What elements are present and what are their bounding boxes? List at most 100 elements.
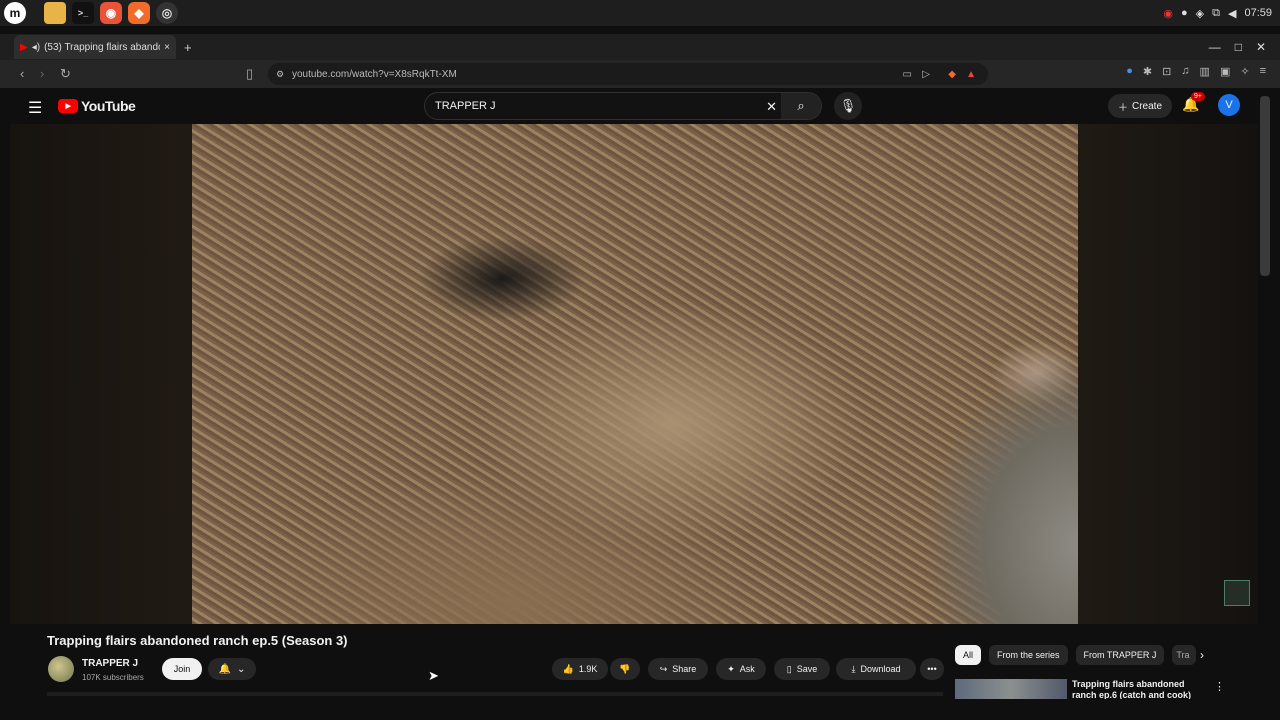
watermark — [1224, 580, 1250, 606]
create-button[interactable]: ＋ Create — [1108, 94, 1173, 118]
close-tab-icon[interactable]: × — [164, 42, 170, 53]
menu-icon[interactable]: m — [4, 2, 26, 24]
logo-text: YouTube — [81, 98, 136, 114]
chevron-down-icon: ⌄ — [237, 663, 246, 675]
notifications-button[interactable]: 🔔 9+ — [1182, 92, 1205, 113]
plus-icon: ＋ — [1118, 102, 1128, 114]
url-field[interactable]: ⚙ youtube.com/watch?v=X8sRqkTt-XM ▭ ▷ ◆ … — [268, 63, 988, 85]
bookmark-icon: ▯ — [786, 663, 792, 674]
search-icon[interactable]: ⌕ — [781, 93, 821, 119]
youtube-favicon-icon: ▶ — [20, 41, 28, 53]
screenshot-icon[interactable]: ⊡ — [1162, 65, 1171, 78]
chromium-icon[interactable]: ◎ — [156, 2, 178, 24]
save-label: Save — [796, 664, 818, 674]
leo-icon[interactable]: ✧ — [1240, 65, 1249, 78]
update-icon[interactable]: ◉ — [1163, 7, 1173, 20]
menu-icon[interactable]: ≡ — [1260, 65, 1266, 78]
download-label: Download — [860, 664, 901, 674]
more-actions-button[interactable]: ••• — [920, 658, 944, 680]
download-button[interactable]: ⤓ Download — [836, 658, 916, 680]
url-text: youtube.com/watch?v=X8sRqkTt-XM — [292, 68, 457, 80]
minimize-icon[interactable]: — — [1209, 40, 1221, 54]
microphone-icon[interactable]: 🎙 — [834, 92, 862, 120]
window-controls: — □ ✕ — [1209, 34, 1266, 60]
avatar[interactable]: V — [1218, 94, 1240, 116]
clear-search-icon[interactable]: ✕ — [766, 99, 777, 115]
extensions: ● ✱ ⊡ ♫ ▥ ▣ ✧ ≡ — [1126, 65, 1266, 78]
reload-icon[interactable]: ↻ — [60, 66, 71, 82]
youtube-play-icon: ▶ — [58, 99, 78, 113]
recommendation-title[interactable]: Trapping flairs abandoned ranch ep.6 (ca… — [1072, 679, 1192, 699]
back-icon[interactable]: ‹ — [20, 66, 24, 81]
extension-icon[interactable]: ● — [1126, 65, 1133, 78]
firefox-icon[interactable]: ◉ — [100, 2, 122, 24]
audio-icon[interactable]: ◂) — [32, 42, 40, 53]
sparkle-icon: ✦ — [727, 663, 735, 674]
browser-tab[interactable]: ▶ ◂) (53) Trapping flairs abando × — [14, 35, 176, 59]
system-tray: ◉ ● ◈ ⧉ ◀ 07:59 — [1163, 0, 1272, 26]
clock[interactable]: 07:59 — [1244, 7, 1272, 19]
shield-icon[interactable]: ● — [1181, 7, 1188, 19]
video-player[interactable] — [192, 124, 1078, 624]
channel-avatar[interactable] — [48, 656, 74, 682]
puzzle-icon[interactable]: ✱ — [1143, 65, 1152, 78]
new-tab-button[interactable]: + — [184, 40, 192, 55]
tab-strip: ▶ ◂) (53) Trapping flairs abando × + — [0, 34, 1280, 60]
address-bar: ‹ › ↻ ▯ ⚙ youtube.com/watch?v=X8sRqkTt-X… — [0, 60, 1280, 88]
youtube-header: ☰ ▶ YouTube TRAPPER J ✕ ⌕ 🎙 ＋ Create 🔔 9… — [0, 88, 1260, 124]
chip-all[interactable]: All — [955, 645, 982, 665]
recommendation-thumbnail[interactable] — [955, 679, 1067, 699]
video-title: Trapping flairs abandoned ranch ep.5 (Se… — [47, 633, 348, 648]
share-icon: ↪ — [659, 663, 668, 674]
cast-icon[interactable]: ▭ — [903, 69, 912, 80]
hamburger-icon[interactable]: ☰ — [28, 98, 42, 118]
join-button[interactable]: Join — [162, 658, 202, 680]
ask-label: Ask — [739, 664, 755, 674]
media-icon[interactable]: ♫ — [1181, 65, 1189, 78]
bell-icon: 🔔 — [218, 663, 232, 675]
subscriber-count: 107K subscribers — [82, 673, 144, 682]
like-button[interactable]: 👍 1.9K — [552, 658, 608, 680]
files-icon[interactable] — [44, 2, 66, 24]
close-window-icon[interactable]: ✕ — [1256, 40, 1266, 54]
search-input[interactable]: TRAPPER J ✕ ⌕ — [424, 92, 822, 120]
dislike-button[interactable]: 👎 — [610, 658, 640, 680]
more-icon: ••• — [927, 664, 937, 674]
chevron-right-icon[interactable]: › — [1200, 648, 1204, 662]
site-info-icon[interactable]: ⚙ — [276, 69, 284, 80]
terminal-icon[interactable]: >_ — [72, 2, 94, 24]
wallet-icon[interactable]: ▣ — [1220, 65, 1230, 78]
scrollbar[interactable] — [1260, 96, 1270, 276]
chip-from-channel[interactable]: From TRAPPER J — [1075, 645, 1165, 665]
rewards-icon[interactable]: ▲ — [966, 69, 976, 80]
thumbs-down-icon: 👎 — [619, 663, 631, 674]
sidebar-icon[interactable]: ▥ — [1200, 65, 1210, 78]
like-count: 1.9K — [578, 664, 598, 674]
divider — [47, 692, 943, 696]
ask-button[interactable]: ✦ Ask — [716, 658, 766, 680]
filter-chips: All From the series From TRAPPER J Tra — [955, 645, 1197, 665]
brave-shields-icon[interactable]: ◆ — [948, 69, 956, 80]
youtube-logo[interactable]: ▶ YouTube — [58, 98, 136, 114]
notification-badge: 9+ — [1191, 92, 1205, 101]
save-button[interactable]: ▯ Save — [774, 658, 830, 680]
download-icon: ⤓ — [851, 663, 856, 674]
tab-title: (53) Trapping flairs abando — [44, 41, 161, 53]
play-icon[interactable]: ▷ — [922, 69, 930, 80]
share-label: Share — [672, 664, 697, 674]
volume-icon[interactable]: ◀ — [1228, 7, 1236, 20]
share-button[interactable]: ↪ Share — [648, 658, 708, 680]
brave-icon[interactable]: ◆ — [128, 2, 150, 24]
forward-icon[interactable]: › — [40, 66, 44, 81]
taskbar: m >_ ◉ ◆ ◎ ◉ ● ◈ ⧉ ◀ 07:59 — [0, 0, 1280, 26]
more-vertical-icon[interactable]: ⋮ — [1214, 680, 1225, 693]
network-icon[interactable]: ⧉ — [1212, 7, 1220, 20]
channel-name[interactable]: TRAPPER J — [82, 658, 138, 669]
shield-icon[interactable]: ◈ — [1196, 7, 1204, 20]
bookmark-icon[interactable]: ▯ — [246, 66, 253, 82]
create-label: Create — [1132, 100, 1163, 112]
chip-truncated[interactable]: Tra — [1172, 645, 1197, 665]
chip-from-series[interactable]: From the series — [989, 645, 1068, 665]
subscription-bell-button[interactable]: 🔔 ⌄ — [208, 658, 256, 680]
maximize-icon[interactable]: □ — [1235, 40, 1242, 54]
